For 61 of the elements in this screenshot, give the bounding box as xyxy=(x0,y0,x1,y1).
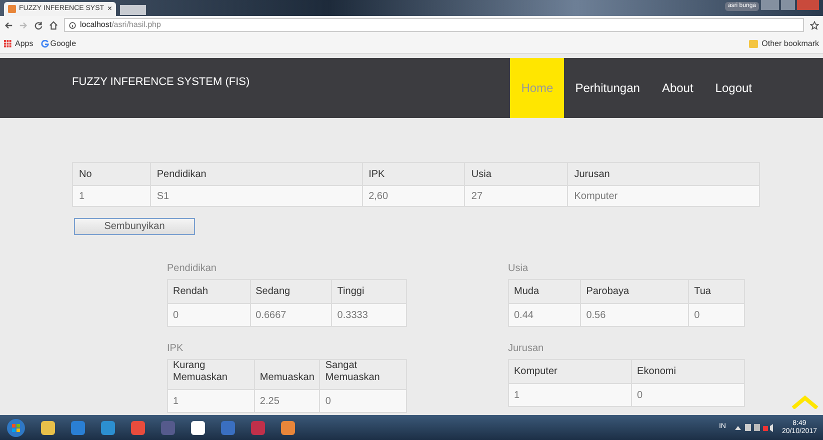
bookmark-link[interactable]: Other bookmark xyxy=(762,38,819,50)
home-icon[interactable] xyxy=(49,20,58,30)
bookmark-link[interactable]: Google xyxy=(50,38,76,50)
table-caption: IPK xyxy=(167,342,184,356)
table-caption: Pendidikan xyxy=(167,262,218,276)
nav-link[interactable]: About xyxy=(650,58,704,118)
column-header: Pendidikan xyxy=(150,162,362,186)
column-header: Komputer xyxy=(508,360,632,384)
back-icon[interactable] xyxy=(4,20,13,30)
table-cell: 1 xyxy=(72,186,150,206)
table-cell: 0.6667 xyxy=(250,304,332,326)
google-logo-icon xyxy=(41,40,50,48)
column-header: Ekonomi xyxy=(632,360,744,384)
table-cell: 0.44 xyxy=(508,304,581,326)
column-header: Sangat Memuaskan xyxy=(320,360,406,390)
taskbar-app-icon[interactable] xyxy=(190,420,206,436)
column-header: Usia xyxy=(464,162,568,186)
column-header: Tua xyxy=(688,280,744,304)
tray-icons-drawing xyxy=(734,423,774,432)
table-cell: 0 xyxy=(320,390,406,412)
nav-link[interactable]: Perhitungan xyxy=(564,58,651,118)
apps-grid-icon[interactable] xyxy=(4,40,12,48)
table-cell: 1 xyxy=(168,390,254,412)
column-header: No xyxy=(72,162,150,186)
address-text: localhost/asri/hasil.php xyxy=(80,19,161,31)
column-header: Sedang xyxy=(250,280,332,304)
column-header: Muda xyxy=(508,280,581,304)
column-header: Kurang Memuaskan xyxy=(168,360,254,390)
table-caption: Jurusan xyxy=(508,342,545,356)
tab-close-button[interactable]: × xyxy=(107,3,112,15)
start-icon[interactable] xyxy=(6,418,26,438)
column-header: IPK xyxy=(362,162,465,186)
column-header: Tinggi xyxy=(332,280,406,304)
table-cell: Komputer xyxy=(568,186,760,206)
star-icon[interactable] xyxy=(810,20,819,30)
bookmark-link[interactable]: Apps xyxy=(15,38,34,50)
table-cell: 1 xyxy=(508,384,632,406)
address-field[interactable]: localhost/asri/hasil.php xyxy=(64,18,804,32)
forward-icon[interactable] xyxy=(19,20,28,30)
table-cell: 0.56 xyxy=(580,304,689,326)
table-cell: 0 xyxy=(688,304,744,326)
table-cell: 2,60 xyxy=(362,186,465,206)
reload-icon[interactable] xyxy=(34,20,43,30)
info-icon xyxy=(69,22,76,28)
table-cell: 2.25 xyxy=(254,390,320,412)
column-header: Memuaskan xyxy=(254,360,320,390)
table-cell: 0 xyxy=(632,384,744,406)
nav-link[interactable]: Logout xyxy=(704,58,763,118)
table-cell: 0 xyxy=(168,304,250,326)
column-header: Rendah xyxy=(168,280,250,304)
table-caption: Usia xyxy=(508,262,530,276)
folder-icon xyxy=(748,40,758,48)
table-cell: S1 xyxy=(150,186,362,206)
column-header: Parobaya xyxy=(580,280,689,304)
table-cell: 27 xyxy=(464,186,568,206)
column-header: Jurusan xyxy=(568,162,760,186)
taskbar-app-icon[interactable] xyxy=(40,420,56,436)
hide-button[interactable]: Sembunyikan xyxy=(74,218,195,235)
site-brand[interactable]: FUZZY INFERENCE SYSTEM (FIS) xyxy=(72,74,250,118)
tab-favicon-icon xyxy=(8,5,16,13)
table-cell: 0.3333 xyxy=(332,304,406,326)
